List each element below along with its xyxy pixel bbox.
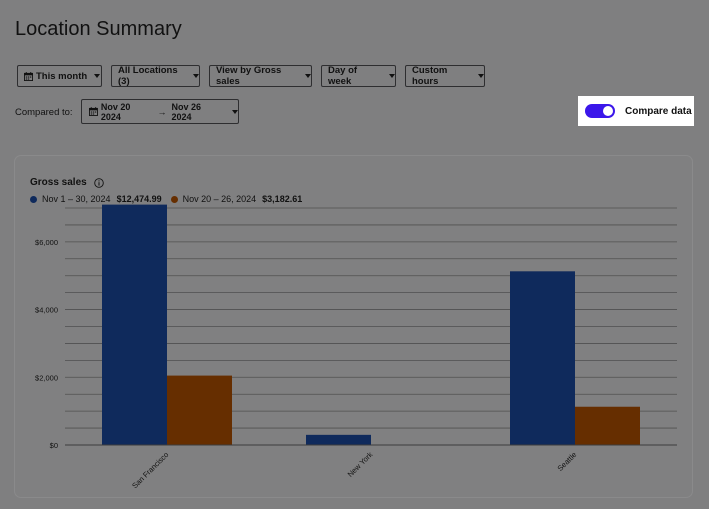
bar [510, 271, 575, 445]
date-range-dropdown[interactable]: This month [17, 65, 102, 87]
day-of-week-label: Day of week [328, 65, 358, 87]
bar [167, 375, 232, 445]
legend-swatch [170, 195, 178, 203]
calendar-icon [89, 107, 98, 116]
bar [102, 204, 167, 445]
calendar-icon [24, 71, 33, 81]
x-tick-label: Seattle [556, 450, 579, 473]
locations-dropdown[interactable]: All Locations (3) [111, 65, 200, 87]
legend-item-current: Nov 1 – 30, 2024 $12,474.99 [30, 194, 162, 204]
compare-data-label: Compare data [625, 105, 692, 117]
y-tick-label: $0 [50, 441, 58, 450]
legend-swatch [30, 195, 37, 203]
legend-range: Nov 20 – 26, 2024 [182, 194, 257, 204]
chart-title: Gross sales [30, 177, 104, 188]
chevron-down-icon [94, 74, 101, 78]
gross-sales-card: $0 $2,000 $4,000 $6,000 San Francisco New Yor… [15, 156, 692, 497]
legend-total: $3,182.61 [262, 194, 303, 204]
legend-total: $12,474.99 [116, 194, 162, 204]
legend-range: Nov 1 – 30, 2024 [42, 194, 111, 204]
day-of-week-dropdown[interactable]: Day of week [321, 65, 396, 87]
compared-to-label: Compared to: [15, 107, 73, 118]
custom-hours-dropdown[interactable]: Custom hours [405, 65, 485, 87]
chart-title-text: Gross sales [30, 177, 87, 188]
legend-item-comparison: Nov 20 – 26, 2024 $3,182.61 [170, 194, 303, 204]
chevron-down-icon [389, 74, 395, 78]
comparison-date-dropdown[interactable]: Nov 20 2024 → Nov 26 2024 [81, 99, 239, 124]
y-tick-label: $2,000 [35, 373, 58, 382]
date-range-label: This month [36, 70, 88, 82]
chevron-down-icon [305, 74, 311, 78]
bar [306, 434, 371, 445]
compare-data-toggle[interactable] [585, 104, 615, 118]
chart-legend: Nov 1 – 30, 2024 $12,474.99 Nov 20 – 26,… [30, 194, 311, 204]
arrow-right-icon: → [157, 106, 167, 117]
custom-hours-label: Custom hours [412, 65, 448, 87]
comparison-start-date: Nov 20 2024 [100, 101, 131, 122]
comparison-end-date: Nov 26 2024 [171, 101, 201, 122]
x-tick-label: San Francisco [130, 450, 170, 490]
chevron-down-icon [232, 109, 238, 114]
bar [575, 406, 640, 445]
compare-data-control: Compare data [578, 96, 694, 126]
x-tick-label: New York [346, 450, 375, 479]
gross-sales-chart: $0 $2,000 $4,000 $6,000 San Francisco New Yor… [35, 204, 677, 490]
toggle-knob [603, 106, 613, 116]
view-by-label: View by Gross sales [216, 65, 282, 87]
chevron-down-icon [193, 74, 199, 78]
view-by-dropdown[interactable]: View by Gross sales [209, 65, 312, 87]
chevron-down-icon [478, 74, 484, 78]
y-tick-label: $6,000 [35, 238, 58, 247]
locations-label: All Locations (3) [118, 65, 178, 87]
y-tick-label: $4,000 [35, 306, 58, 315]
info-icon[interactable] [93, 177, 104, 188]
page-title: Location Summary [15, 18, 182, 40]
